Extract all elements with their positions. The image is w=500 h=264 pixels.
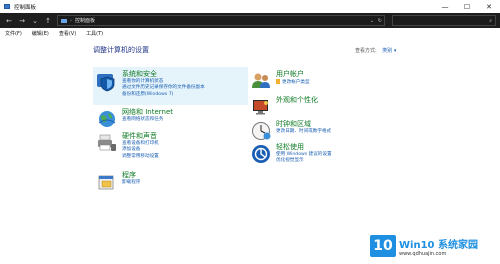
- programs-icon: [98, 175, 114, 190]
- category-hardware[interactable]: 硬件和声音 查看设备和打印机 添加设备 调整常用移动设置: [96, 132, 159, 160]
- watermark-url: www.qdhuajin.com: [399, 250, 447, 257]
- view-by: 查看方式: 类别 ▾: [355, 47, 396, 54]
- category-ease[interactable]: 轻松使用 使用 Windows 建议的设置 优化视觉显示: [250, 143, 332, 165]
- back-button[interactable]: ←: [5, 17, 13, 25]
- link-optimize-display[interactable]: 优化视觉显示: [276, 158, 332, 164]
- shield-icon: [97, 74, 115, 92]
- category-title[interactable]: 外观和个性化: [276, 96, 318, 105]
- appearance-icon: [253, 100, 268, 115]
- view-by-label: 查看方式:: [355, 48, 377, 54]
- printer-icon: [98, 134, 116, 151]
- menu-edit[interactable]: 编辑(E): [32, 30, 49, 37]
- page-title: 调整计算机的设置: [93, 46, 149, 54]
- category-title[interactable]: 程序: [122, 171, 140, 180]
- category-title[interactable]: 网络和 Internet: [122, 108, 173, 117]
- site-watermark: 10 Win10 系统家园 www.qdhuajin.com: [370, 235, 478, 257]
- watermark-logo: 10: [370, 235, 396, 257]
- minimize-button[interactable]: —: [434, 0, 456, 13]
- recent-locations-button[interactable]: ⌄: [31, 17, 39, 25]
- search-icon: ⌕: [489, 17, 492, 24]
- control-panel-icon: [4, 4, 10, 9]
- watermark-brand: Win10 系统家园: [399, 236, 478, 251]
- forward-button[interactable]: →: [18, 17, 26, 25]
- category-title[interactable]: 硬件和声音: [122, 132, 159, 141]
- window-controls: — ☐ ✕: [434, 0, 500, 13]
- category-programs[interactable]: 程序 卸载程序: [96, 171, 140, 193]
- watermark-brand-b: 10 系统家园: [420, 239, 478, 251]
- uac-shield-icon: [276, 79, 280, 84]
- link-uninstall-program[interactable]: 卸载程序: [122, 180, 140, 186]
- category-accounts[interactable]: 用户帐户 更改帐户类型: [250, 70, 310, 92]
- globe-icon: [98, 111, 116, 127]
- search-input[interactable]: ⌕: [392, 15, 496, 26]
- address-dropdown-icon[interactable]: ⌄: [370, 18, 374, 24]
- view-by-dropdown[interactable]: 类别 ▾: [382, 48, 396, 54]
- link-backup-restore[interactable]: 备份和还原(Windows 7): [122, 92, 205, 98]
- category-security[interactable]: 系统和安全 查看你的计算机状态 通过文件历史记录保存你的文件备份副本 备份和还原…: [96, 70, 205, 98]
- menu-bar: 文件(F) 编辑(E) 查看(V) 工具(T): [0, 28, 500, 38]
- close-button[interactable]: ✕: [478, 0, 500, 13]
- category-appearance[interactable]: 外观和个性化: [250, 96, 318, 118]
- computer-icon: [61, 18, 67, 23]
- category-network[interactable]: 网络和 Internet 查看网络状态和任务: [96, 108, 173, 130]
- up-button[interactable]: ↑: [44, 17, 52, 25]
- watermark-brand-a: Win: [399, 239, 421, 251]
- link-mobility-settings[interactable]: 调整常用移动设置: [122, 154, 159, 160]
- address-toolbar: ← → ⌄ ↑ › 控制面板 ⌄ ↻ ⌕: [0, 13, 500, 28]
- clock-icon: [252, 122, 271, 140]
- path-control-panel[interactable]: 控制面板: [75, 17, 95, 24]
- link-network-status[interactable]: 查看网络状态和任务: [122, 117, 173, 123]
- category-title[interactable]: 系统和安全: [122, 70, 205, 79]
- menu-view[interactable]: 查看(V): [59, 30, 76, 37]
- title-bar: 控制面板 — ☐ ✕: [0, 0, 500, 13]
- link-file-history[interactable]: 通过文件历史记录保存你的文件备份副本: [122, 85, 205, 91]
- window-title: 控制面板: [14, 4, 37, 11]
- path-separator: ›: [70, 17, 72, 24]
- category-title[interactable]: 用户帐户: [276, 70, 310, 79]
- category-clock[interactable]: 时钟和区域 更改日期、时间或数字格式: [250, 120, 331, 142]
- category-title[interactable]: 轻松使用: [276, 143, 332, 152]
- category-title[interactable]: 时钟和区域: [276, 120, 331, 129]
- menu-file[interactable]: 文件(F): [5, 30, 22, 37]
- maximize-button[interactable]: ☐: [456, 0, 478, 13]
- refresh-icon[interactable]: ↻: [378, 18, 382, 24]
- link-change-account-type[interactable]: 更改帐户类型: [276, 79, 310, 86]
- link-date-time-format[interactable]: 更改日期、时间或数字格式: [276, 129, 331, 135]
- watermark-text: Win10 系统家园 www.qdhuajin.com: [399, 236, 478, 257]
- users-icon: [252, 73, 270, 88]
- menu-tools[interactable]: 工具(T): [86, 30, 103, 37]
- address-field[interactable]: › 控制面板 ⌄ ↻: [57, 15, 385, 26]
- accessibility-icon: [252, 145, 270, 163]
